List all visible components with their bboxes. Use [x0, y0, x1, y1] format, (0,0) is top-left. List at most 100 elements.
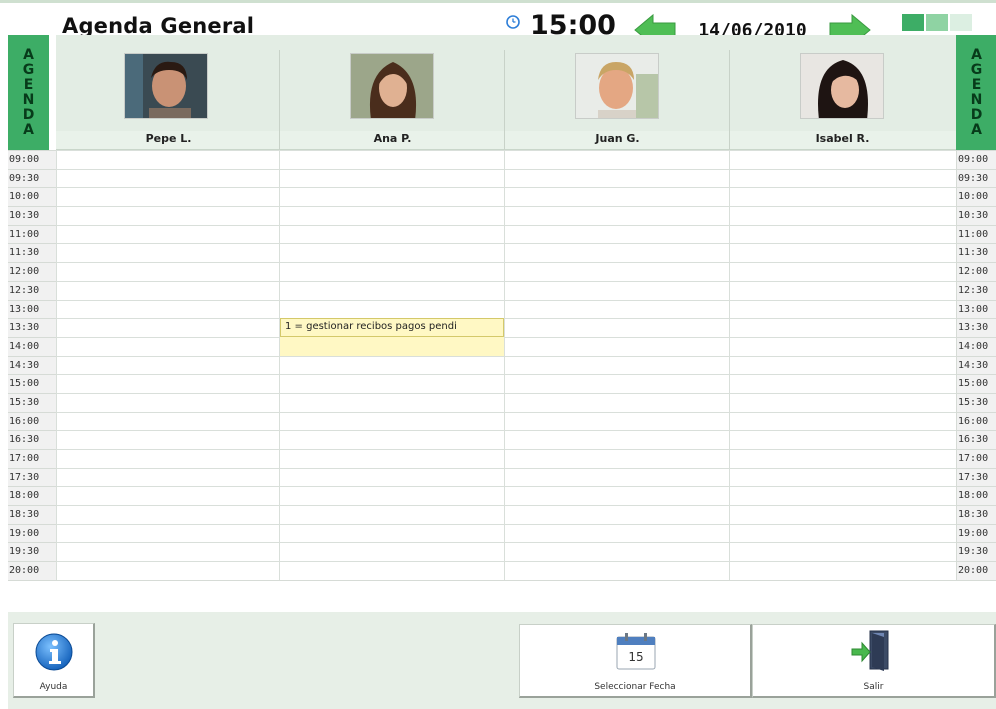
schedule-slot[interactable] [729, 505, 956, 524]
schedule-slot[interactable] [279, 280, 504, 300]
schedule-slot[interactable] [279, 542, 504, 562]
schedule-slot[interactable] [729, 486, 956, 506]
schedule-slot[interactable] [279, 299, 504, 319]
schedule-slot[interactable] [56, 206, 279, 225]
schedule-slot[interactable] [56, 318, 279, 337]
schedule-slot[interactable] [504, 262, 729, 281]
schedule-slot[interactable] [729, 374, 956, 393]
schedule-slot[interactable] [279, 374, 504, 393]
schedule-slot[interactable] [729, 355, 956, 375]
schedule-slot[interactable] [279, 392, 504, 412]
view-square-1[interactable] [902, 14, 924, 31]
schedule-slot[interactable] [279, 243, 504, 263]
schedule-slot[interactable] [729, 392, 956, 412]
schedule-slot[interactable] [56, 224, 279, 244]
schedule-slot[interactable] [729, 318, 956, 337]
staff-photo-ana[interactable] [350, 53, 434, 119]
schedule-slot[interactable] [279, 224, 504, 244]
help-button[interactable]: Ayuda [13, 623, 95, 698]
appointment-block[interactable]: 1 = gestionar recibos pagos pendi [280, 318, 504, 337]
schedule-slot[interactable] [729, 299, 956, 319]
schedule-slot[interactable] [729, 449, 956, 468]
schedule-slot[interactable] [279, 168, 504, 188]
schedule-slot[interactable] [504, 449, 729, 468]
schedule-slot[interactable] [56, 561, 279, 580]
schedule-slot[interactable] [729, 280, 956, 300]
schedule-slot[interactable] [56, 187, 279, 207]
schedule-slot[interactable] [729, 187, 956, 207]
schedule-slot[interactable] [504, 486, 729, 506]
schedule-slot[interactable] [729, 523, 956, 543]
schedule-slot[interactable] [504, 392, 729, 412]
schedule-slot[interactable] [729, 542, 956, 562]
schedule-slot[interactable] [56, 542, 279, 562]
schedule-slot[interactable] [56, 392, 279, 412]
schedule-slot[interactable] [504, 411, 729, 431]
schedule-slot[interactable] [56, 505, 279, 524]
schedule-slot[interactable] [504, 168, 729, 188]
schedule-slot[interactable] [729, 561, 956, 580]
schedule-slot[interactable] [729, 430, 956, 449]
schedule-slot[interactable] [56, 355, 279, 375]
schedule-slot[interactable] [279, 486, 504, 506]
schedule-slot[interactable] [56, 486, 279, 506]
schedule-slot[interactable] [504, 505, 729, 524]
schedule-slot[interactable] [56, 336, 279, 356]
schedule-slot[interactable] [504, 542, 729, 562]
appointment-block-continuation[interactable] [280, 337, 504, 356]
schedule-slot[interactable] [279, 206, 504, 225]
schedule-slot[interactable] [504, 318, 729, 337]
staff-photo-isabel[interactable] [800, 53, 884, 119]
schedule-slot[interactable] [504, 243, 729, 263]
schedule-slot[interactable] [56, 150, 279, 169]
schedule-slot[interactable] [279, 262, 504, 281]
agenda-side-tab-left[interactable]: AGENDA [8, 35, 49, 150]
schedule-slot[interactable] [729, 150, 956, 169]
schedule-slot[interactable] [56, 411, 279, 431]
view-square-2[interactable] [926, 14, 948, 31]
schedule-slot[interactable] [729, 224, 956, 244]
schedule-slot[interactable] [279, 355, 504, 375]
schedule-slot[interactable] [56, 262, 279, 281]
schedule-slot[interactable] [504, 561, 729, 580]
schedule-slot[interactable] [279, 505, 504, 524]
schedule-slot[interactable] [56, 280, 279, 300]
schedule-slot[interactable] [279, 467, 504, 487]
schedule-slot[interactable] [56, 523, 279, 543]
schedule-slot[interactable] [729, 262, 956, 281]
select-date-button[interactable]: 15 Seleccionar Fecha [519, 624, 752, 698]
schedule-slot[interactable] [504, 355, 729, 375]
schedule-slot[interactable] [56, 449, 279, 468]
schedule-slot[interactable] [504, 467, 729, 487]
schedule-slot[interactable] [279, 523, 504, 543]
schedule-slot[interactable] [56, 467, 279, 487]
schedule-slot[interactable] [279, 430, 504, 449]
schedule-slot[interactable] [729, 411, 956, 431]
schedule-slot[interactable] [279, 150, 504, 169]
schedule-slot[interactable] [279, 561, 504, 580]
schedule-slot[interactable] [729, 243, 956, 263]
schedule-slot[interactable] [504, 187, 729, 207]
agenda-side-tab-right[interactable]: AGENDA [956, 35, 996, 150]
schedule-slot[interactable] [504, 374, 729, 393]
staff-photo-juan[interactable] [575, 53, 659, 119]
schedule-slot[interactable] [504, 150, 729, 169]
schedule-slot[interactable] [504, 280, 729, 300]
schedule-slot[interactable] [56, 374, 279, 393]
schedule-slot[interactable] [729, 336, 956, 356]
schedule-slot[interactable] [504, 299, 729, 319]
schedule-slot[interactable] [504, 224, 729, 244]
schedule-slot[interactable] [279, 411, 504, 431]
schedule-slot[interactable] [504, 336, 729, 356]
schedule-slot[interactable] [56, 168, 279, 188]
schedule-slot[interactable] [729, 467, 956, 487]
schedule-slot[interactable] [279, 187, 504, 207]
view-square-3[interactable] [950, 14, 972, 31]
exit-button[interactable]: Salir [752, 624, 996, 698]
schedule-slot[interactable] [504, 206, 729, 225]
schedule-slot[interactable] [504, 430, 729, 449]
schedule-slot[interactable] [56, 299, 279, 319]
schedule-slot[interactable] [729, 168, 956, 188]
schedule-slot[interactable] [729, 206, 956, 225]
staff-photo-pepe[interactable] [124, 53, 208, 119]
